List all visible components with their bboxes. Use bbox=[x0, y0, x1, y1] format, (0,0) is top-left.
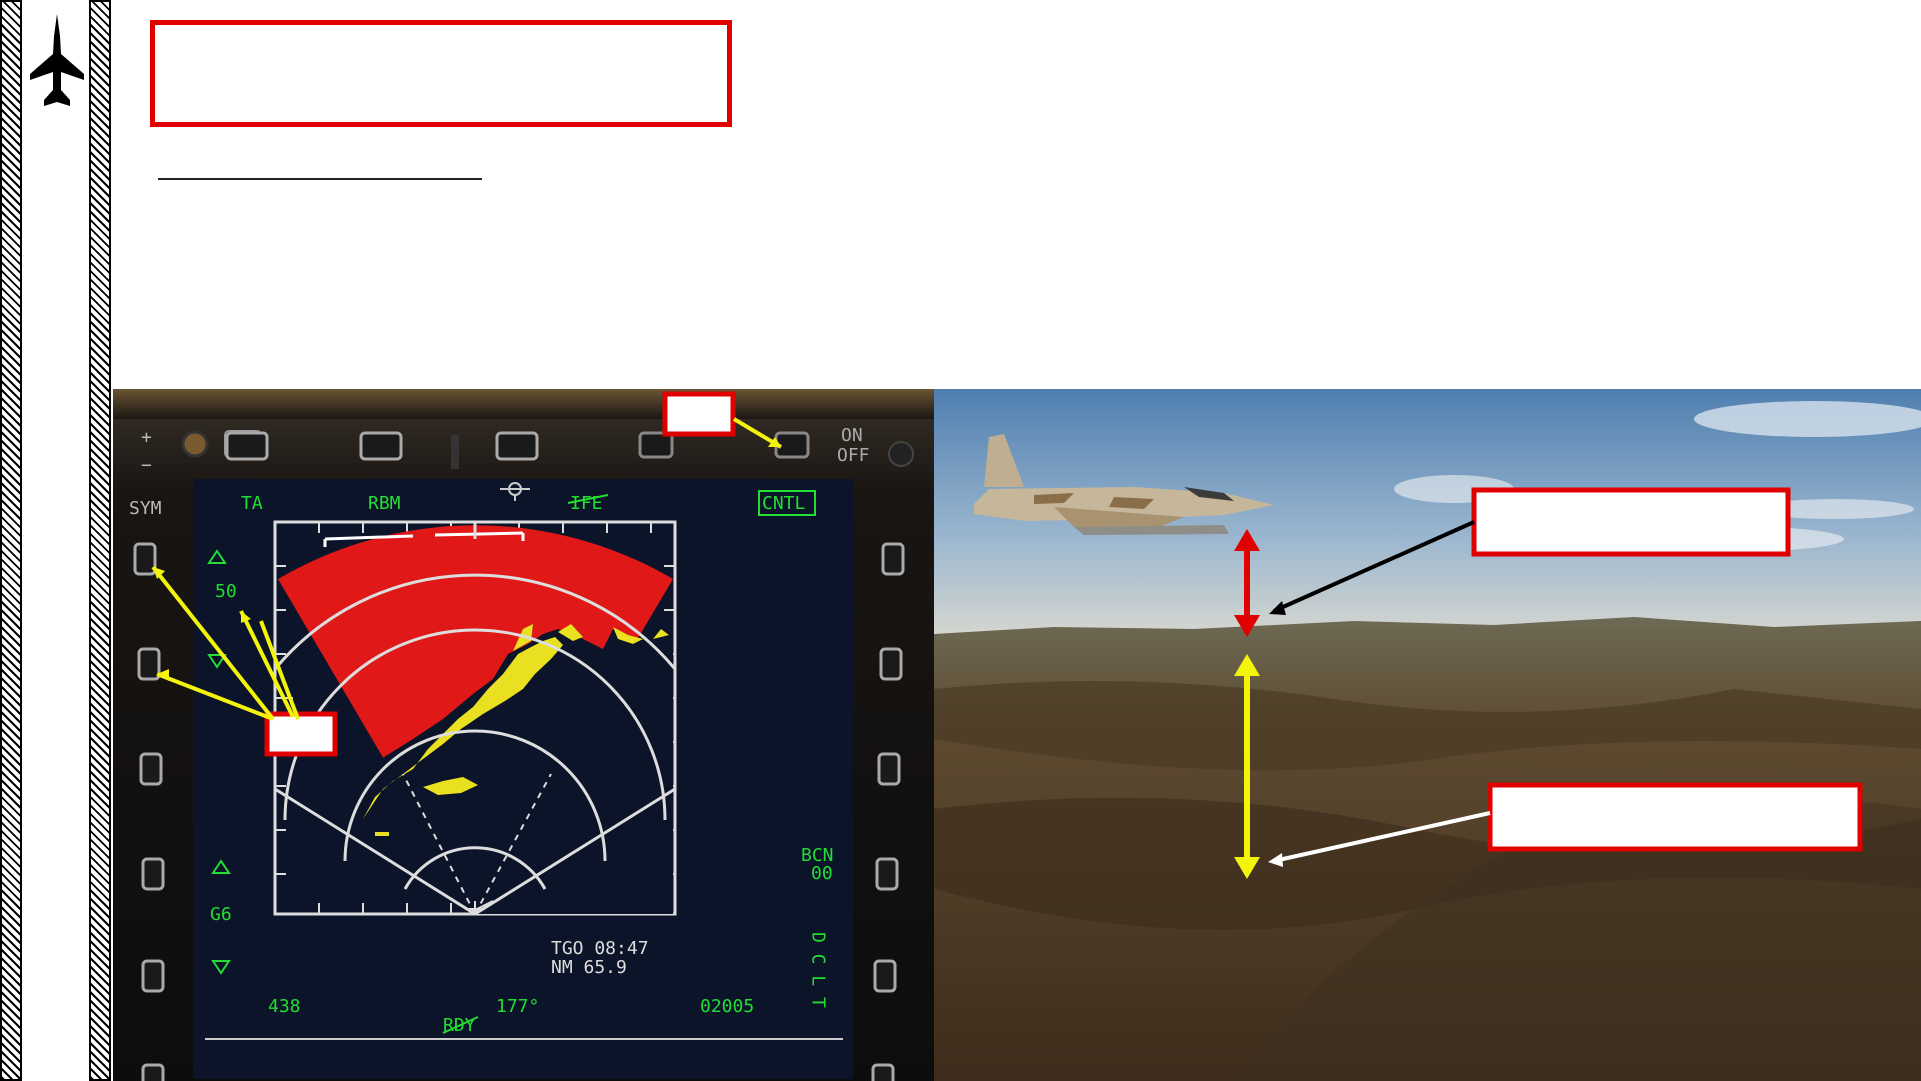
osb-top-2 bbox=[359, 431, 403, 461]
dclt-label[interactable]: D C L T bbox=[808, 932, 829, 1008]
tgo-readout: TGO 08:47 bbox=[551, 938, 649, 959]
osb-top-1 bbox=[225, 431, 269, 461]
osb-top-3 bbox=[495, 431, 539, 461]
nm-readout: NM 65.9 bbox=[551, 957, 627, 978]
separation-callout-box bbox=[1471, 487, 1791, 557]
height-callout-box bbox=[1487, 782, 1863, 852]
power-knob-icon[interactable] bbox=[888, 441, 914, 467]
plus-button-label[interactable]: + bbox=[141, 427, 152, 448]
bottom-left-readout: 438 bbox=[268, 996, 301, 1017]
gain-alt-value: G6 bbox=[210, 904, 232, 925]
rbm-label[interactable]: RBM bbox=[368, 493, 401, 514]
ta-label[interactable]: TA bbox=[241, 493, 263, 514]
jet-silhouette-icon bbox=[30, 14, 84, 106]
gain-callout-box bbox=[264, 711, 338, 757]
brightness-knob-icon bbox=[181, 430, 209, 458]
top-divider bbox=[451, 435, 459, 469]
bottom-right-readout: 02005 bbox=[700, 996, 754, 1017]
heading-readout: 177° bbox=[496, 996, 539, 1017]
gain-value: 50 bbox=[215, 581, 237, 602]
power-on-label: ON bbox=[841, 425, 863, 446]
minus-button-label[interactable]: − bbox=[141, 455, 152, 476]
mfd-screenshot: + − ON OFF SYM TA RBM IFE CNTL 50 G6 BCN… bbox=[113, 389, 934, 1081]
subtitle-underline bbox=[158, 178, 482, 180]
title-callout-box bbox=[150, 20, 732, 127]
power-off-label: OFF bbox=[837, 445, 870, 466]
right-hatch-border bbox=[89, 0, 111, 1081]
terrain-scene-screenshot bbox=[934, 389, 1921, 1081]
cntl-label[interactable]: CNTL bbox=[762, 493, 806, 514]
top-button-callout-box bbox=[662, 391, 736, 437]
bcn-value: 00 bbox=[811, 863, 833, 884]
sym-label: SYM bbox=[129, 498, 162, 519]
osb-top-4 bbox=[638, 431, 674, 459]
left-hatch-border bbox=[0, 0, 22, 1081]
